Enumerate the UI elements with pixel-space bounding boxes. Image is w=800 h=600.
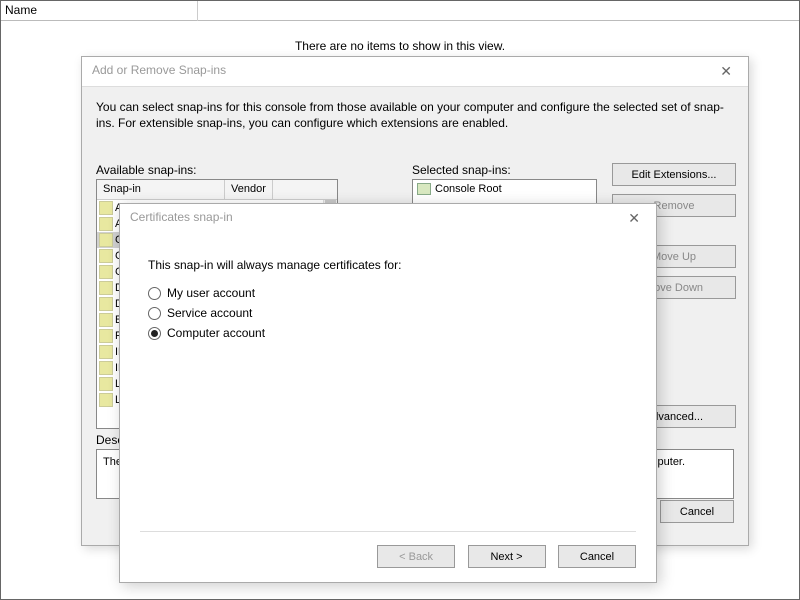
snapin-icon — [99, 217, 113, 231]
bg-empty-message: There are no items to show in this view. — [1, 39, 799, 53]
available-label: Available snap-ins: — [96, 163, 338, 177]
snapin-icon — [99, 249, 113, 263]
dialog-bottom-bar: Cancel — [654, 500, 734, 531]
snapin-icon — [99, 345, 113, 359]
cancel-button[interactable]: Cancel — [660, 500, 734, 523]
selected-label: Selected snap-ins: — [412, 163, 597, 177]
snapin-icon — [99, 201, 113, 215]
back-button[interactable]: < Back — [377, 545, 455, 568]
snapin-icon — [99, 297, 113, 311]
close-icon[interactable]: ✕ — [712, 61, 740, 82]
col-vendor[interactable]: Vendor — [225, 180, 273, 199]
dialog-intro-text: You can select snap-ins for this console… — [96, 99, 734, 131]
snapin-icon — [99, 329, 113, 343]
next-button[interactable]: Next > — [468, 545, 546, 568]
console-root-item[interactable]: Console Root — [417, 183, 592, 195]
wizard-button-bar: < Back Next > Cancel — [369, 545, 636, 568]
radio-service-account[interactable]: Service account — [148, 306, 628, 320]
dialog-title: Add or Remove Snap-ins — [82, 57, 748, 83]
snapin-icon — [99, 377, 113, 391]
snapin-icon — [99, 265, 113, 279]
console-root-label: Console Root — [435, 183, 502, 195]
snapin-icon — [99, 313, 113, 327]
radio-label: My user account — [167, 286, 255, 300]
bg-column-name[interactable]: Name — [5, 3, 37, 17]
snapin-icon — [99, 361, 113, 375]
close-icon[interactable]: ✕ — [620, 208, 648, 229]
cert-prompt: This snap-in will always manage certific… — [148, 258, 628, 272]
cert-dialog-title: Certificates snap-in — [120, 204, 656, 230]
certificates-snapin-dialog: Certificates snap-in ✕ This snap-in will… — [119, 203, 657, 583]
edit-extensions-button[interactable]: Edit Extensions... — [612, 163, 736, 186]
radio-icon — [148, 327, 161, 340]
bg-column-header: Name — [1, 1, 799, 21]
radio-label: Computer account — [167, 326, 265, 340]
radio-icon — [148, 287, 161, 300]
cert-titlebar: Certificates snap-in ✕ — [120, 204, 656, 234]
available-list-header: Snap-in Vendor — [97, 180, 337, 200]
snapin-icon — [99, 281, 113, 295]
snapin-icon — [99, 393, 113, 407]
snapin-icon — [99, 233, 113, 247]
bg-column-separator — [197, 1, 198, 21]
folder-icon — [417, 183, 431, 195]
wizard-separator — [140, 531, 636, 532]
col-snapin[interactable]: Snap-in — [97, 180, 225, 199]
radio-computer-account[interactable]: Computer account — [148, 326, 628, 340]
radio-label: Service account — [167, 306, 252, 320]
radio-my-user-account[interactable]: My user account — [148, 286, 628, 300]
dialog-titlebar: Add or Remove Snap-ins ✕ — [82, 57, 748, 87]
radio-icon — [148, 307, 161, 320]
cancel-button[interactable]: Cancel — [558, 545, 636, 568]
